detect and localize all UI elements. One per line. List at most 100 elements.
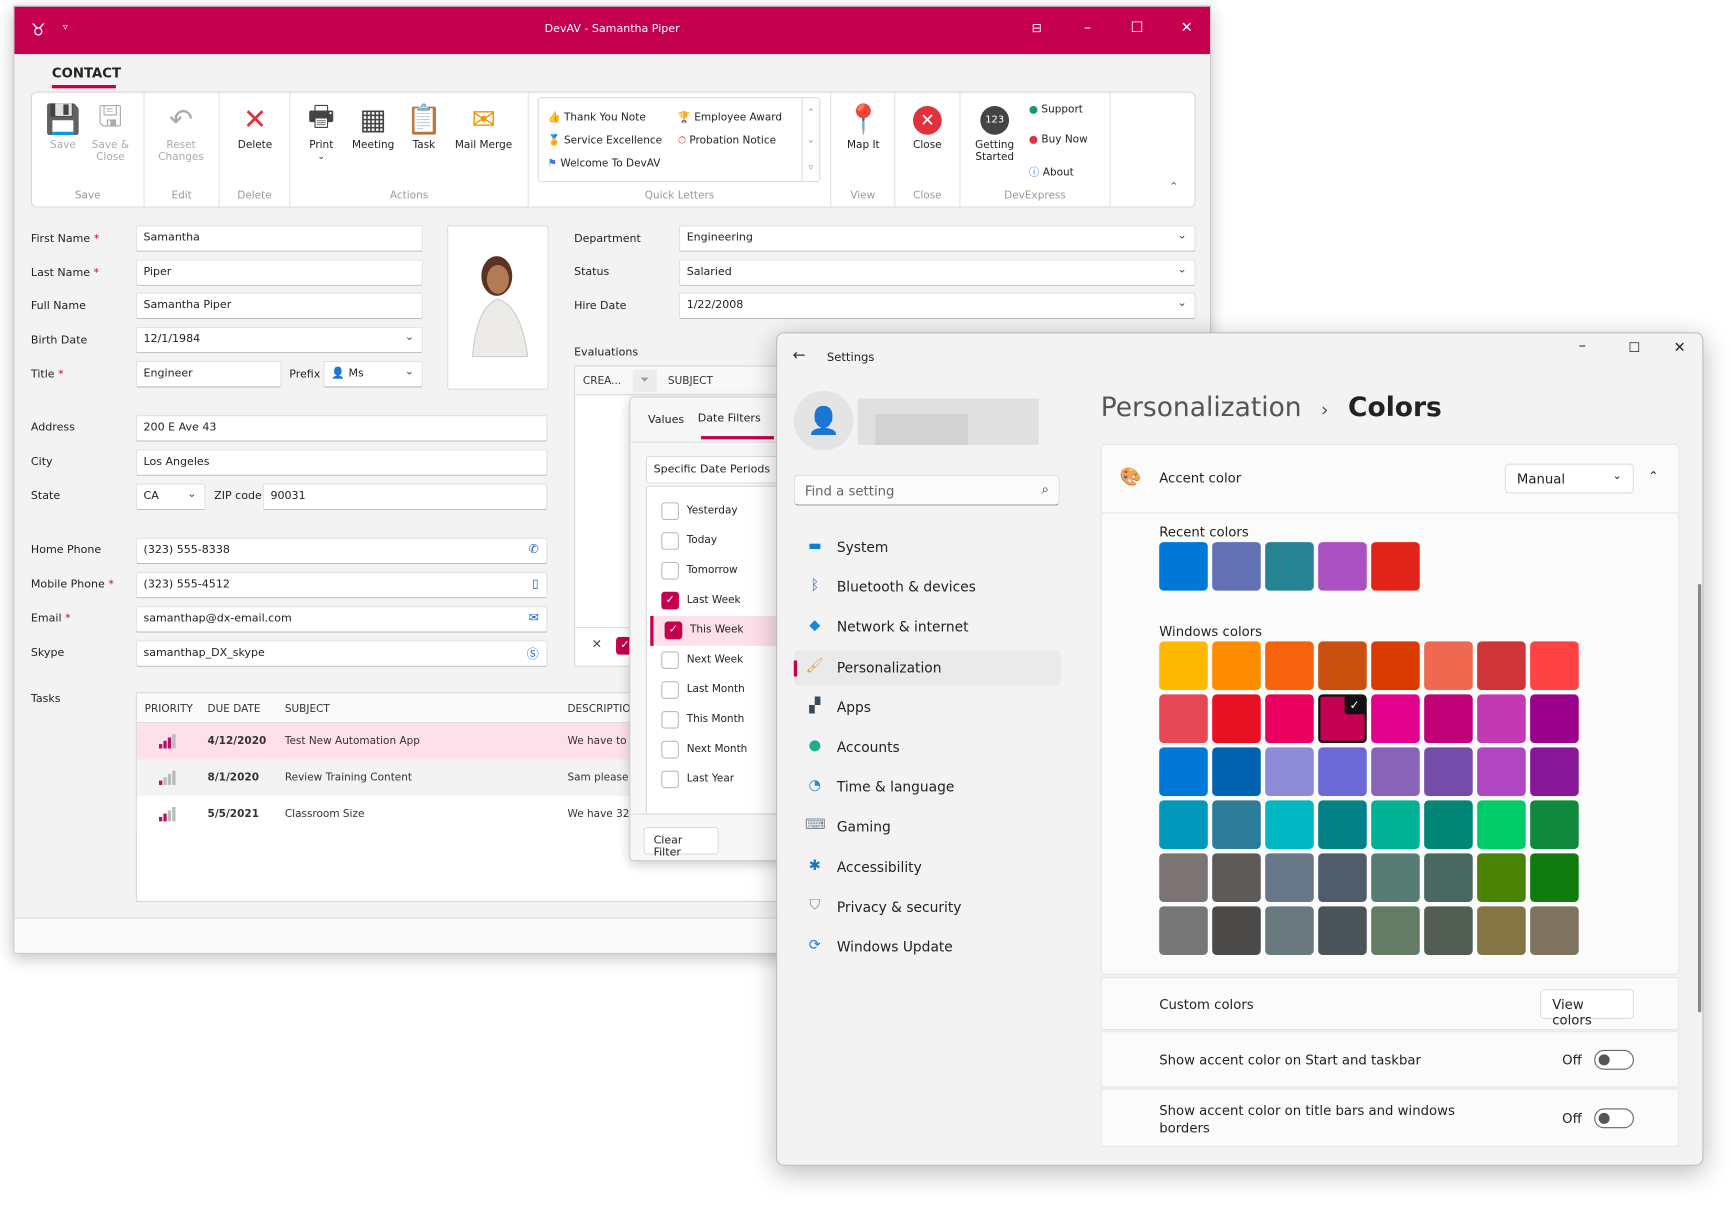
- birth-date-picker[interactable]: 12/1/1984 ⌄: [135, 326, 423, 354]
- sidebar-item-privacy-security[interactable]: ⛉ Privacy & security: [794, 890, 1061, 925]
- reset-changes-button[interactable]: ↶ Reset Changes: [150, 102, 212, 164]
- hire-date-picker[interactable]: 1/22/2008 ⌄: [678, 292, 1196, 320]
- windows-color-swatch[interactable]: [1159, 641, 1208, 690]
- quick-letter-employee-award[interactable]: 🏆 Employee Award: [678, 112, 782, 124]
- checkbox[interactable]: [661, 681, 679, 699]
- windows-color-swatch[interactable]: [1530, 747, 1579, 796]
- sidebar-item-time-language[interactable]: ◔ Time & language: [794, 770, 1061, 805]
- mail-merge-button[interactable]: ✉ Mail Merge: [453, 102, 515, 151]
- mobile-icon[interactable]: ▯: [532, 576, 539, 590]
- windows-color-swatch[interactable]: [1424, 906, 1473, 955]
- phone-icon[interactable]: ✆: [529, 542, 539, 556]
- windows-color-swatch[interactable]: [1530, 853, 1579, 902]
- accent-title-bars-toggle[interactable]: [1594, 1108, 1634, 1129]
- recent-color-swatch[interactable]: [1212, 542, 1261, 591]
- windows-color-swatch[interactable]: [1318, 747, 1367, 796]
- maximize-button[interactable]: ☐: [1628, 340, 1640, 355]
- state-select[interactable]: CA ⌄: [135, 483, 206, 511]
- filter-icon[interactable]: ⏷: [632, 369, 657, 392]
- windows-color-swatch[interactable]: [1212, 906, 1261, 955]
- column-header-subject[interactable]: SUBJECT: [285, 703, 330, 715]
- checkbox[interactable]: [661, 651, 679, 670]
- city-input[interactable]: Los Angeles: [135, 449, 548, 476]
- windows-color-swatch[interactable]: [1424, 800, 1473, 849]
- windows-color-swatch[interactable]: [1159, 694, 1208, 743]
- windows-color-swatch[interactable]: [1318, 853, 1367, 902]
- recent-color-swatch[interactable]: [1318, 542, 1367, 591]
- windows-color-swatch[interactable]: [1265, 853, 1314, 902]
- save-close-button[interactable]: 🖫 Save & Close: [79, 100, 141, 163]
- quick-letter-welcome[interactable]: ⚑ Welcome To DevAV: [548, 158, 661, 170]
- windows-color-swatch[interactable]: [1318, 906, 1367, 955]
- checkbox[interactable]: [661, 532, 679, 550]
- buy-now-link[interactable]: ● Buy Now: [1029, 134, 1088, 146]
- recent-color-swatch[interactable]: [1371, 542, 1420, 591]
- accent-mode-select[interactable]: Manual ⌄: [1504, 463, 1634, 494]
- view-colors-button[interactable]: View colors: [1540, 989, 1634, 1028]
- windows-color-swatch[interactable]: [1530, 641, 1579, 690]
- about-link[interactable]: ⓘ About: [1029, 163, 1074, 179]
- windows-color-swatch[interactable]: [1477, 747, 1526, 796]
- close-window-button[interactable]: ✕: [1674, 340, 1686, 357]
- last-name-input[interactable]: Piper: [135, 259, 423, 286]
- recent-color-swatch[interactable]: [1265, 542, 1314, 591]
- minimize-button[interactable]: –: [1579, 338, 1586, 355]
- windows-color-swatch[interactable]: [1212, 694, 1261, 743]
- clear-filter-button[interactable]: Clear Filter: [643, 826, 719, 859]
- sidebar-item-accessibility[interactable]: ✱ Accessibility: [794, 850, 1061, 885]
- maximize-button[interactable]: ☐: [1126, 20, 1148, 37]
- windows-color-swatch[interactable]: [1318, 800, 1367, 849]
- windows-color-swatch[interactable]: [1371, 853, 1420, 902]
- windows-color-swatch[interactable]: [1371, 800, 1420, 849]
- windows-color-swatch[interactable]: [1212, 853, 1261, 902]
- windows-color-swatch[interactable]: [1212, 641, 1261, 690]
- sidebar-item-system[interactable]: ▬ System: [794, 530, 1061, 565]
- back-arrow-icon[interactable]: ←: [793, 347, 806, 365]
- quick-letter-service-excellence[interactable]: 🏅 Service Excellence: [548, 135, 663, 147]
- mobile-phone-input[interactable]: (323) 555-4512 ▯: [135, 571, 548, 599]
- sidebar-item-network-internet[interactable]: ◆ Network & internet: [794, 610, 1061, 645]
- address-input[interactable]: 200 E Ave 43: [135, 415, 548, 442]
- windows-color-swatch[interactable]: [1318, 641, 1367, 690]
- windows-color-swatch[interactable]: [1265, 747, 1314, 796]
- task-button[interactable]: 📋 Task: [393, 102, 455, 151]
- windows-color-swatch[interactable]: [1424, 641, 1473, 690]
- close-window-button[interactable]: ✕: [1176, 20, 1198, 37]
- recent-color-swatch[interactable]: [1159, 542, 1208, 591]
- windows-color-swatch[interactable]: [1265, 906, 1314, 955]
- title-input[interactable]: Engineer: [135, 361, 282, 388]
- skype-input[interactable]: samanthap_DX_skype Ⓢ: [135, 640, 548, 667]
- column-header-description[interactable]: DESCRIPTION: [567, 703, 638, 715]
- restore-layout-icon[interactable]: ⊟: [1026, 21, 1048, 35]
- checkbox[interactable]: ✓: [661, 591, 679, 610]
- sidebar-item-bluetooth-devices[interactable]: ᛒ Bluetooth & devices: [794, 570, 1061, 605]
- envelope-icon[interactable]: ✉: [529, 611, 539, 625]
- sidebar-item-accounts[interactable]: ● Accounts: [794, 730, 1061, 765]
- checkbox[interactable]: [661, 770, 679, 789]
- windows-color-swatch[interactable]: [1424, 853, 1473, 902]
- tab-values[interactable]: Values: [648, 414, 684, 426]
- column-header-subject[interactable]: SUBJECT: [668, 375, 713, 387]
- column-header-created[interactable]: CREA...: [583, 375, 621, 387]
- column-header-priority[interactable]: PRIORITY: [145, 703, 193, 715]
- column-header-due-date[interactable]: DUE DATE: [208, 703, 261, 715]
- windows-color-swatch[interactable]: [1159, 853, 1208, 902]
- first-name-input[interactable]: Samantha: [135, 225, 423, 252]
- clear-filter-x-icon[interactable]: ✕: [592, 637, 602, 651]
- windows-color-swatch[interactable]: [1159, 800, 1208, 849]
- windows-color-swatch[interactable]: [1530, 906, 1579, 955]
- windows-color-swatch[interactable]: [1265, 694, 1314, 743]
- breadcrumb-parent[interactable]: Personalization: [1101, 392, 1302, 423]
- gallery-up-icon[interactable]: ⌃: [803, 98, 820, 126]
- sidebar-item-gaming[interactable]: ⌨ Gaming: [794, 810, 1061, 845]
- windows-color-swatch[interactable]: [1477, 641, 1526, 690]
- windows-color-swatch[interactable]: [1477, 906, 1526, 955]
- contact-photo[interactable]: [447, 225, 549, 390]
- map-it-button[interactable]: 📍 Map It: [832, 102, 894, 151]
- windows-color-swatch[interactable]: [1371, 694, 1420, 743]
- home-phone-input[interactable]: (323) 555-8338 ✆: [135, 537, 548, 565]
- windows-color-swatch[interactable]: [1424, 694, 1473, 743]
- accent-start-taskbar-toggle[interactable]: [1594, 1049, 1634, 1070]
- windows-color-swatch[interactable]: [1265, 641, 1314, 690]
- checkbox[interactable]: ✓: [664, 621, 683, 640]
